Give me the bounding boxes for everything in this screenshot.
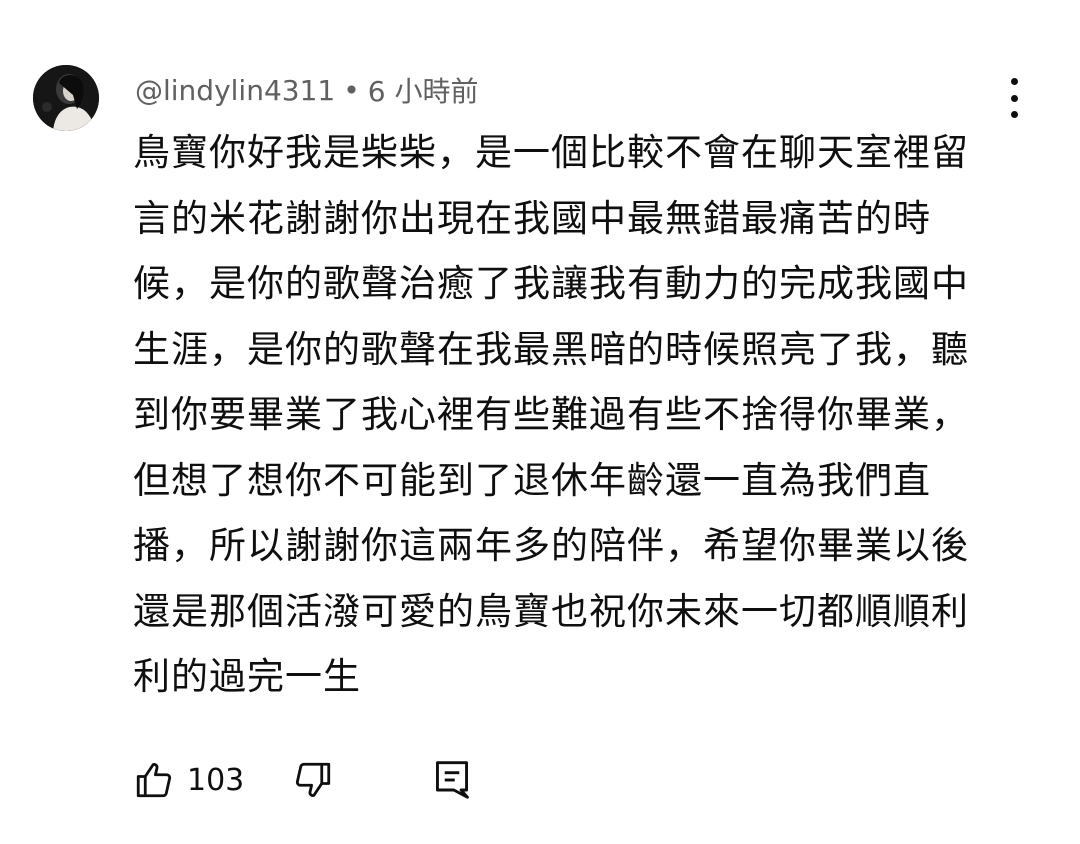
like-count: 103 (187, 762, 245, 798)
like-button[interactable]: 103 (133, 759, 244, 801)
dislike-button[interactable] (292, 759, 334, 801)
more-vert-icon (1010, 78, 1018, 85)
author-name[interactable]: @lindylin4311 (135, 74, 335, 107)
more-vert-icon-dot (1010, 94, 1018, 102)
avatar-image (33, 65, 99, 131)
avatar[interactable] (33, 65, 99, 131)
comment-reply-icon (436, 761, 470, 799)
comment-meta: @lindylin4311 • 6 小時前 (135, 70, 478, 110)
more-options-button[interactable] (996, 78, 1032, 118)
thumbs-up-icon (136, 763, 172, 798)
reply-button[interactable] (432, 758, 472, 802)
comment-text: 鳥寶你好我是柴柴，是一個比較不會在聊天室裡留言的米花謝謝你出現在我國中最無錯最痛… (133, 131, 969, 698)
meta-separator: • (343, 73, 360, 107)
comment-timestamp[interactable]: 6 小時前 (368, 70, 479, 110)
comment-thread: @lindylin4311 • 6 小時前 鳥寶你好我是柴柴，是一個比較不會在聊… (0, 0, 1080, 844)
more-vert-icon-dot (1010, 111, 1018, 118)
comment-actions: 103 (133, 752, 472, 808)
thumbs-down-icon (296, 762, 331, 797)
